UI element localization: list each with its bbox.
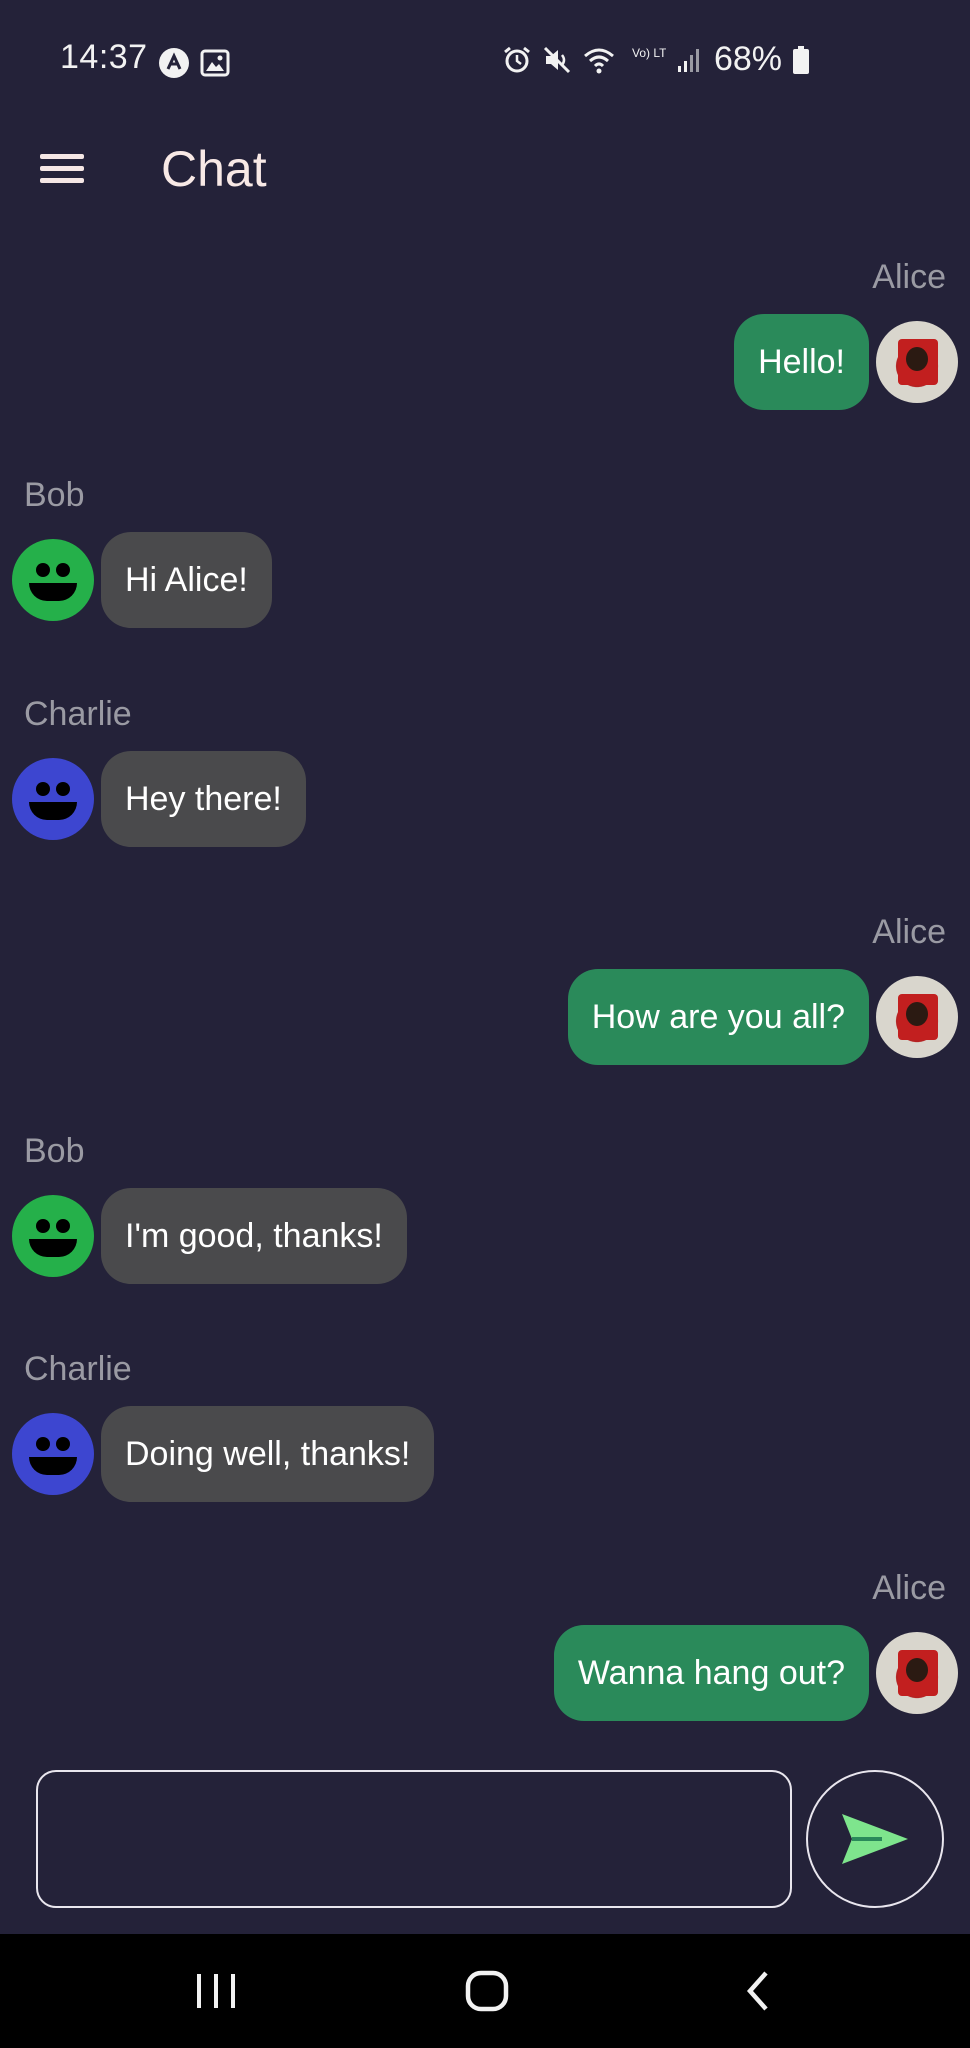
app-notification-icon xyxy=(158,47,190,79)
sender-name: Bob xyxy=(24,1132,85,1170)
status-time: 14:37 xyxy=(60,38,148,76)
message-bubble[interactable]: Wanna hang out? xyxy=(553,1625,869,1721)
signal-icon xyxy=(676,46,704,74)
alice-avatar[interactable] xyxy=(876,1632,958,1714)
sender-name: Charlie xyxy=(24,1350,132,1388)
status-left-icons xyxy=(158,47,230,79)
charlie-avatar[interactable] xyxy=(12,758,94,840)
message-bubble[interactable]: Hi Alice! xyxy=(101,532,272,628)
message-bubble[interactable]: Hello! xyxy=(734,314,869,410)
app-header: Chat xyxy=(0,120,970,220)
message-bubble[interactable]: How are you all? xyxy=(567,969,869,1065)
sender-name: Alice xyxy=(872,258,946,296)
alarm-icon xyxy=(502,45,532,75)
message-bubble[interactable]: I'm good, thanks! xyxy=(101,1188,407,1284)
sender-name: Alice xyxy=(872,1569,946,1607)
alice-avatar[interactable] xyxy=(876,976,958,1058)
bob-avatar[interactable] xyxy=(12,1195,94,1277)
message-composer xyxy=(0,1770,970,1910)
back-icon[interactable] xyxy=(742,1968,772,2014)
hamburger-menu-icon[interactable] xyxy=(36,148,88,194)
system-nav-bar xyxy=(0,1934,970,2048)
send-arrow-icon xyxy=(842,1814,908,1864)
battery-icon xyxy=(792,45,810,75)
home-icon[interactable] xyxy=(464,1968,510,2014)
svg-text:Vo) LTE1: Vo) LTE1 xyxy=(632,46,666,60)
status-bar: 14:37 Vo) LTE1 68% xyxy=(0,0,970,120)
sender-name: Charlie xyxy=(24,695,132,733)
mute-icon xyxy=(542,45,572,75)
send-button[interactable] xyxy=(806,1770,944,1908)
charlie-avatar[interactable] xyxy=(12,1413,94,1495)
wifi-icon xyxy=(582,45,616,75)
bob-avatar[interactable] xyxy=(12,539,94,621)
recent-apps-icon[interactable] xyxy=(194,1968,238,2014)
message-bubble[interactable]: Hey there! xyxy=(101,751,306,847)
volte-icon: Vo) LTE1 xyxy=(626,43,666,77)
message-input[interactable] xyxy=(36,1770,792,1908)
message-bubble[interactable]: Doing well, thanks! xyxy=(101,1406,435,1502)
gallery-icon xyxy=(200,48,230,78)
page-title: Chat xyxy=(161,141,267,197)
sender-name: Alice xyxy=(872,913,946,951)
battery-percentage: 68% xyxy=(713,40,782,78)
alice-avatar[interactable] xyxy=(876,321,958,403)
status-right-icons: Vo) LTE1 68% xyxy=(502,40,810,79)
sender-name: Bob xyxy=(24,476,85,514)
